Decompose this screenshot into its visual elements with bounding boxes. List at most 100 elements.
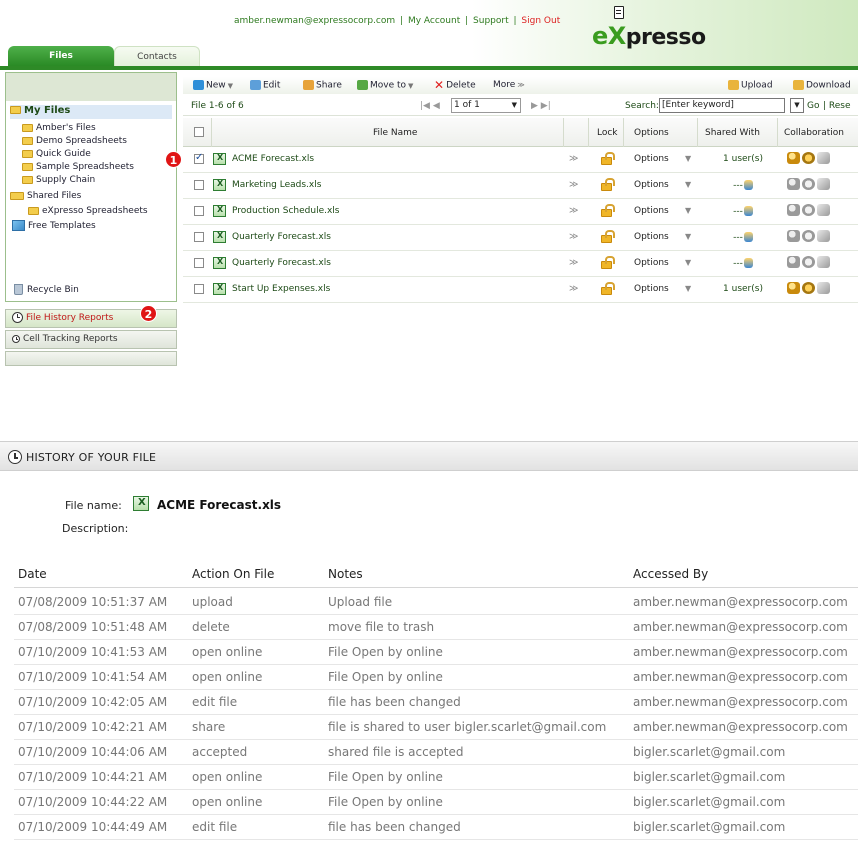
options-dropdown[interactable]: Options xyxy=(634,180,669,190)
expand-chevron-icon[interactable]: ≫ xyxy=(569,284,578,294)
sidebar-item-expresso-spreadsheets[interactable]: eXpresso Spreadsheets xyxy=(28,206,148,216)
page-select[interactable]: 1 of 1 ▼ xyxy=(451,98,521,113)
chevron-down-icon[interactable]: ▼ xyxy=(685,284,691,293)
chat-icon[interactable] xyxy=(802,282,815,294)
first-prev-page-buttons[interactable]: |◀ ◀ xyxy=(420,101,440,111)
share-button[interactable]: Share xyxy=(303,80,342,91)
file-name-link[interactable]: ACME Forecast.xls xyxy=(232,154,314,164)
expand-chevron-icon[interactable]: ≫ xyxy=(569,180,578,190)
delete-button[interactable]: ✕ Delete xyxy=(434,78,476,92)
download-button[interactable]: Download xyxy=(793,80,851,91)
shared-with-cell[interactable]: --- xyxy=(713,258,773,269)
chevron-down-icon[interactable]: ▼ xyxy=(685,232,691,241)
sidebar-partial-button[interactable] xyxy=(5,351,177,366)
expand-chevron-icon[interactable]: ≫ xyxy=(569,154,578,164)
search-dropdown-button[interactable]: ▼ xyxy=(790,98,804,113)
sign-out-link[interactable]: Sign Out xyxy=(521,16,560,26)
file-row[interactable]: Production Schedule.xls ≫ Options ▼ --- xyxy=(183,199,858,225)
my-account-link[interactable]: My Account xyxy=(408,16,460,26)
row-checkbox[interactable] xyxy=(194,206,204,216)
notes-icon[interactable] xyxy=(817,230,830,242)
reset-link[interactable]: | Rese xyxy=(823,101,851,111)
options-dropdown[interactable]: Options xyxy=(634,232,669,242)
unlocked-lock-icon[interactable] xyxy=(601,230,615,243)
unlocked-lock-icon[interactable] xyxy=(601,204,615,217)
select-all-checkbox[interactable] xyxy=(194,127,204,137)
shared-with-value[interactable]: 1 user(s) xyxy=(713,284,773,294)
file-row[interactable]: Quarterly Forecast.xls ≫ Options ▼ --- xyxy=(183,225,858,251)
sidebar-item-supply-chain[interactable]: Supply Chain xyxy=(22,175,95,185)
options-dropdown[interactable]: Options xyxy=(634,154,669,164)
shared-with-cell[interactable]: --- xyxy=(713,206,773,217)
expand-chevron-icon[interactable]: ≫ xyxy=(569,258,578,268)
users-icon[interactable] xyxy=(787,282,800,294)
support-link[interactable]: Support xyxy=(473,16,509,26)
row-checkbox[interactable] xyxy=(194,180,204,190)
file-row[interactable]: ACME Forecast.xls ≫ Options ▼ 1 user(s) xyxy=(183,147,858,173)
unlocked-lock-icon[interactable] xyxy=(601,282,615,295)
edit-button[interactable]: Edit xyxy=(250,80,280,91)
tab-contacts[interactable]: Contacts xyxy=(114,46,200,66)
search-input[interactable]: [Enter keyword] xyxy=(659,98,785,113)
chat-icon[interactable] xyxy=(802,230,815,242)
row-checkbox[interactable] xyxy=(194,232,204,242)
shared-with-value[interactable]: 1 user(s) xyxy=(713,154,773,164)
chevron-down-icon[interactable]: ▼ xyxy=(685,180,691,189)
chat-icon[interactable] xyxy=(802,204,815,216)
unlocked-lock-icon[interactable] xyxy=(601,152,615,165)
sidebar-item-sample-spreadsheets[interactable]: Sample Spreadsheets xyxy=(22,162,134,172)
row-checkbox[interactable] xyxy=(194,258,204,268)
notes-icon[interactable] xyxy=(817,256,830,268)
file-name-link[interactable]: Quarterly Forecast.xls xyxy=(232,258,331,268)
sidebar-item-shared-files[interactable]: Shared Files xyxy=(10,191,81,201)
more-button[interactable]: More ≫ xyxy=(493,80,525,90)
notes-icon[interactable] xyxy=(817,178,830,190)
next-last-page-buttons[interactable]: ▶ ▶| xyxy=(531,101,551,111)
row-checkbox[interactable] xyxy=(194,284,204,294)
shared-with-cell[interactable]: --- xyxy=(713,232,773,243)
notes-icon[interactable] xyxy=(817,282,830,294)
file-row[interactable]: Marketing Leads.xls ≫ Options ▼ --- xyxy=(183,173,858,199)
cell-tracking-reports-button[interactable]: Cell Tracking Reports xyxy=(5,330,177,349)
row-checkbox[interactable] xyxy=(194,152,204,164)
options-dropdown[interactable]: Options xyxy=(634,206,669,216)
file-name-link[interactable]: Quarterly Forecast.xls xyxy=(232,232,331,242)
chat-icon[interactable] xyxy=(802,256,815,268)
file-name-header[interactable]: File Name xyxy=(373,128,417,138)
users-icon[interactable] xyxy=(787,204,800,216)
file-name-link[interactable]: Marketing Leads.xls xyxy=(232,180,321,190)
expand-chevron-icon[interactable]: ≫ xyxy=(569,206,578,216)
new-button[interactable]: New ▼ xyxy=(193,80,233,91)
notes-icon[interactable] xyxy=(817,152,830,164)
sidebar-item-recycle-bin[interactable]: Recycle Bin xyxy=(14,284,79,295)
chevron-down-icon[interactable]: ▼ xyxy=(685,258,691,267)
file-name-link[interactable]: Production Schedule.xls xyxy=(232,206,339,216)
users-icon[interactable] xyxy=(787,230,800,242)
file-row[interactable]: Start Up Expenses.xls ≫ Options ▼ 1 user… xyxy=(183,277,858,303)
chevron-down-icon[interactable]: ▼ xyxy=(685,154,691,163)
move-to-button[interactable]: Move to ▼ xyxy=(357,80,413,91)
chevron-down-icon[interactable]: ▼ xyxy=(685,206,691,215)
sidebar-item-demo-spreadsheets[interactable]: Demo Spreadsheets xyxy=(22,136,127,146)
options-dropdown[interactable]: Options xyxy=(634,284,669,294)
notes-icon[interactable] xyxy=(817,204,830,216)
sidebar-item-ambers-files[interactable]: Amber's Files xyxy=(22,123,96,133)
users-icon[interactable] xyxy=(787,256,800,268)
unlocked-lock-icon[interactable] xyxy=(601,178,615,191)
file-name-link[interactable]: Start Up Expenses.xls xyxy=(232,284,330,294)
file-row[interactable]: Quarterly Forecast.xls ≫ Options ▼ --- xyxy=(183,251,858,277)
go-link[interactable]: Go xyxy=(807,101,819,111)
unlocked-lock-icon[interactable] xyxy=(601,256,615,269)
tab-files[interactable]: Files xyxy=(8,46,114,66)
chat-icon[interactable] xyxy=(802,178,815,190)
shared-with-cell[interactable]: --- xyxy=(713,180,773,191)
chat-icon[interactable] xyxy=(802,152,815,164)
users-icon[interactable] xyxy=(787,152,800,164)
sidebar-item-my-files[interactable]: My Files xyxy=(10,105,172,119)
sidebar-item-free-templates[interactable]: Free Templates xyxy=(12,220,96,231)
sidebar-item-quick-guide[interactable]: Quick Guide xyxy=(22,149,91,159)
upload-button[interactable]: Upload xyxy=(728,80,773,91)
options-dropdown[interactable]: Options xyxy=(634,258,669,268)
users-icon[interactable] xyxy=(787,178,800,190)
expand-chevron-icon[interactable]: ≫ xyxy=(569,232,578,242)
